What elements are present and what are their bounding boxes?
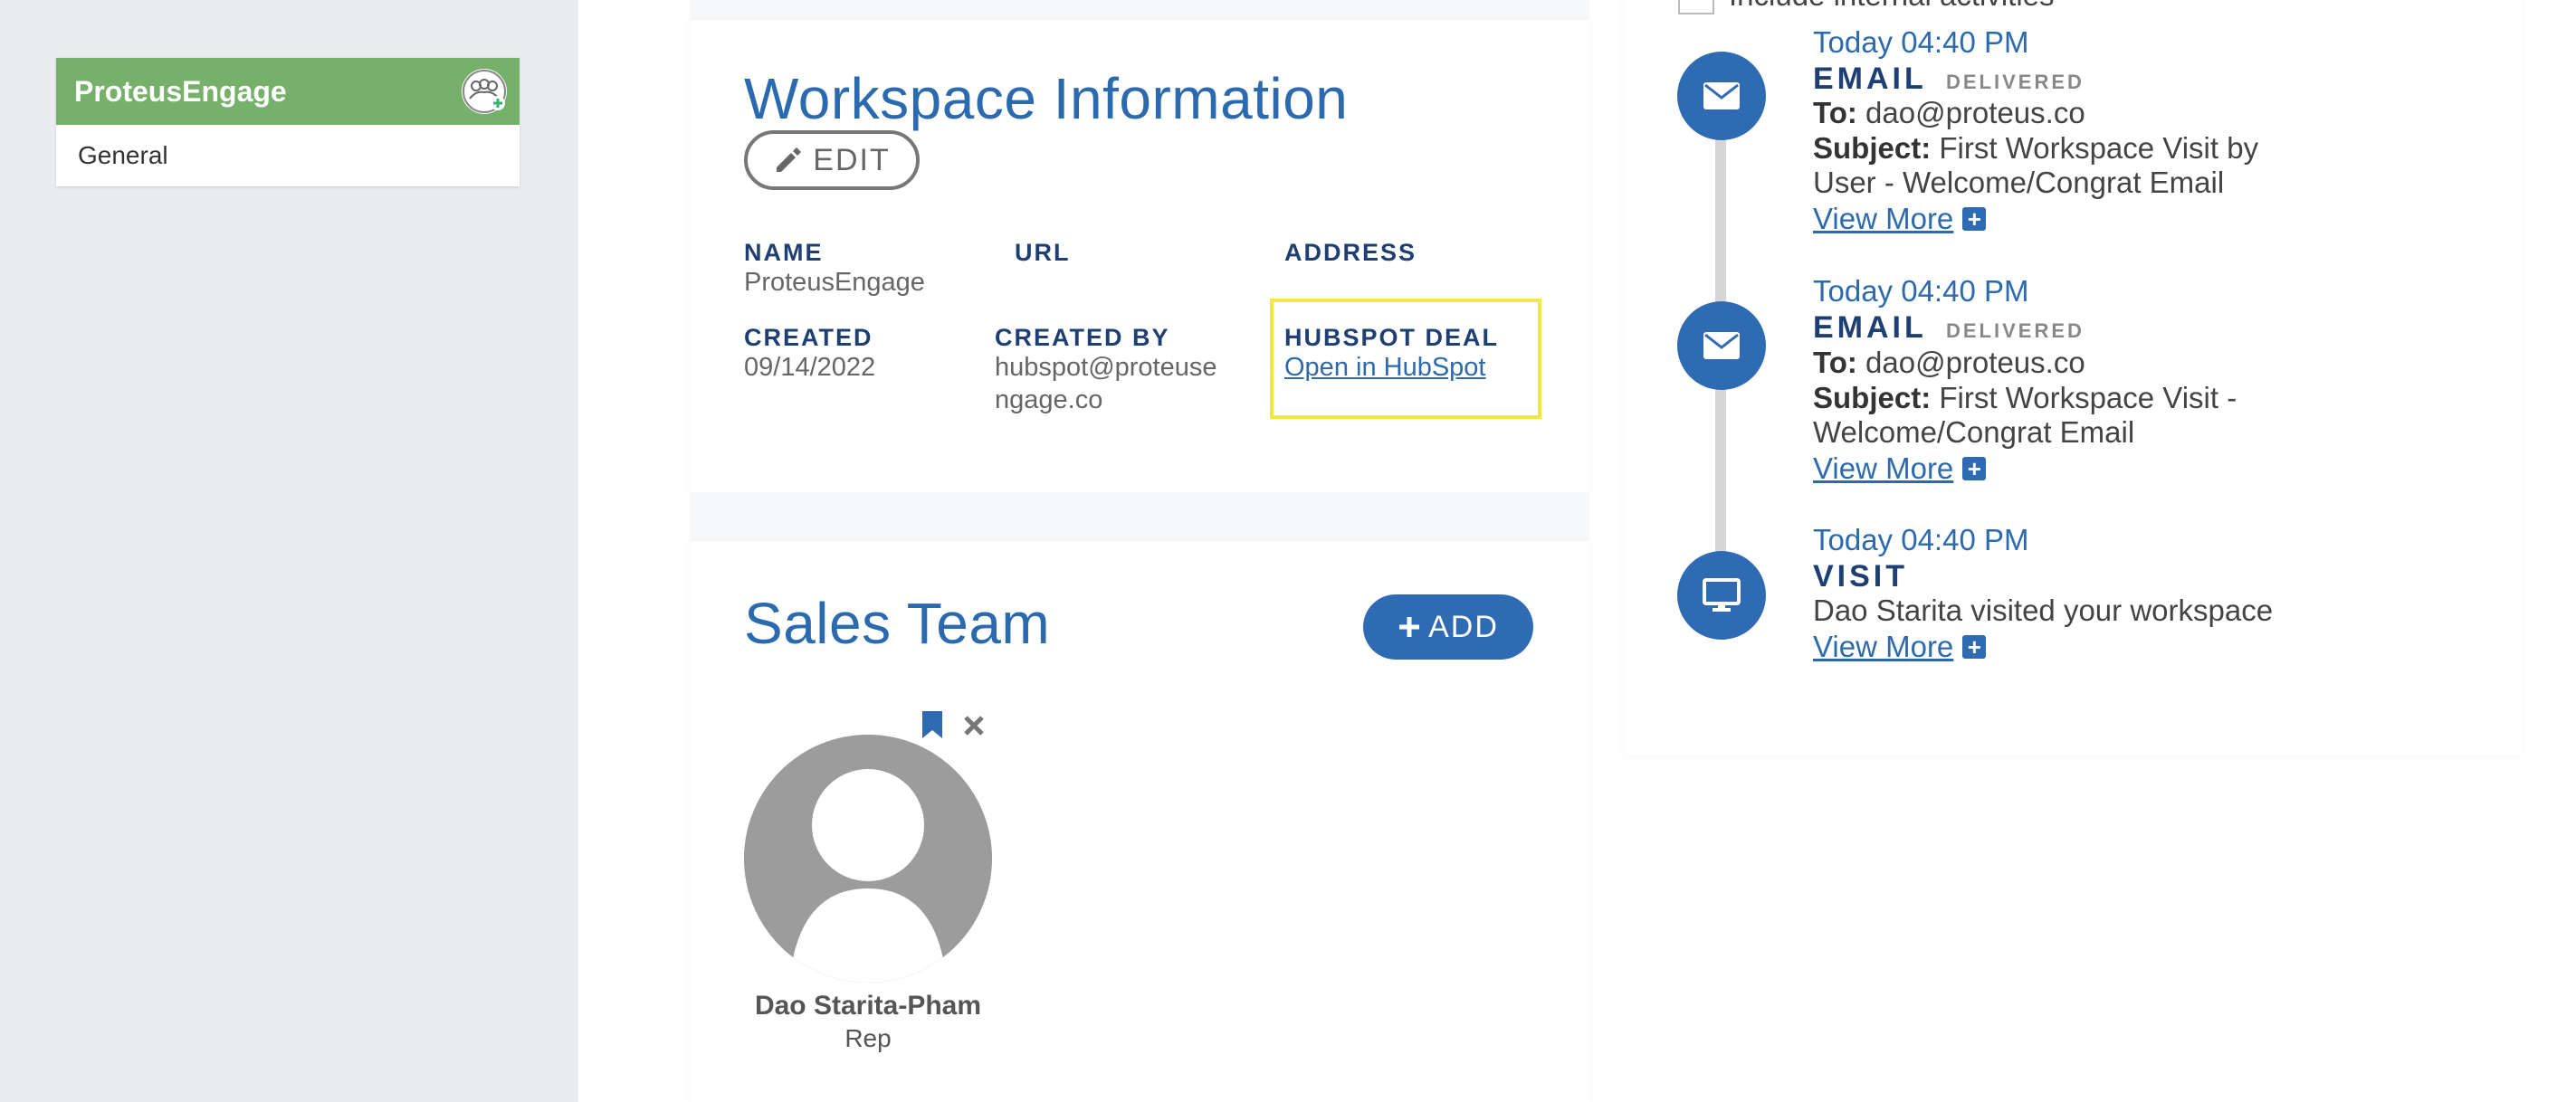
workspace-card-header[interactable]: ProteusEngage [56, 58, 520, 125]
envelope-icon [1703, 82, 1740, 109]
created-by-value: hubspot@proteuse ngage.co [995, 351, 1217, 416]
hubspot-deal-label: HUBSPOT DEAL [1284, 324, 1500, 351]
subject-line1: First Workspace Visit - [1939, 381, 2237, 414]
timeline-email-marker [1677, 52, 1766, 140]
sidebar: ProteusEngage General [0, 0, 578, 1102]
name-value: ProteusEngage [744, 268, 925, 297]
subject-line1: First Workspace Visit by [1939, 131, 2259, 165]
expand-plus-icon[interactable]: + [1962, 457, 1987, 480]
add-label: ADD [1428, 609, 1499, 644]
expand-plus-icon[interactable]: + [1962, 635, 1987, 659]
add-sales-member-button[interactable]: ADD [1363, 594, 1533, 660]
activity-type: EMAIL [1813, 62, 1927, 96]
edit-button[interactable]: EDIT [744, 130, 920, 190]
url-label: URL [1015, 239, 1071, 266]
sales-team-title: Sales Team [744, 591, 1051, 656]
view-more[interactable]: View More + [1813, 451, 1987, 486]
subject-label: Subject: [1813, 381, 1932, 414]
timeline-email-marker [1677, 301, 1766, 390]
activity-subject: Subject: First Workspace Visit - Welcome… [1813, 381, 2237, 450]
remove-icon[interactable] [963, 715, 985, 736]
activity-status: DELIVERED [1946, 71, 2085, 93]
activity-status: DELIVERED [1946, 319, 2085, 342]
created-by-value-line2: ngage.co [995, 385, 1103, 414]
open-in-hubspot-link[interactable]: Open in HubSpot [1284, 351, 1485, 384]
monitor-icon [1703, 578, 1741, 612]
sidebar-item-general[interactable]: General [56, 125, 520, 186]
subject-label: Subject: [1813, 131, 1932, 165]
panel-top-strip [690, 0, 1589, 20]
activity-description: Dao Starita visited your workspace [1813, 594, 2274, 627]
activity-type: EMAIL [1813, 310, 1927, 345]
view-more-link[interactable]: View More [1813, 630, 1953, 664]
panel-gap-strip [690, 492, 1589, 541]
subject-line2: User - Welcome/Congrat Email [1813, 166, 2225, 199]
to-value: dao@proteus.co [1865, 346, 2085, 379]
subject-line2: Welcome/Congrat Email [1813, 415, 2135, 449]
activity-time: Today 04:40 PM [1813, 523, 2029, 556]
workspace-name: ProteusEngage [74, 74, 287, 108]
plus-icon [1399, 617, 1420, 637]
created-value: 09/14/2022 [744, 353, 876, 382]
activity-to: To: dao@proteus.co [1813, 96, 2085, 130]
timeline-visit-marker [1677, 551, 1766, 640]
to-label: To: [1813, 96, 1857, 129]
sidebar-item-label: General [78, 141, 168, 169]
avatar [744, 735, 992, 983]
activity-time: Today 04:40 PM [1813, 274, 2029, 308]
workspace-info-title: Workspace Information [744, 66, 1349, 131]
created-by-label: CREATED BY [995, 324, 1170, 351]
edit-label: EDIT [813, 142, 891, 177]
activity-time: Today 04:40 PM [1813, 25, 2029, 59]
pencil-icon [777, 147, 802, 172]
view-more-link[interactable]: View More [1813, 202, 1953, 236]
created-by-value-line1: hubspot@proteuse [995, 353, 1217, 382]
activity-subject: Subject: First Workspace Visit by User -… [1813, 131, 2258, 200]
envelope-icon [1703, 332, 1740, 359]
to-value: dao@proteus.co [1865, 96, 2085, 129]
rep-name: Dao Starita-Pham [754, 991, 982, 1021]
name-label: NAME [744, 239, 824, 266]
include-internal-label: Include internal activities [1729, 0, 2055, 13]
view-more[interactable]: View More + [1813, 202, 1987, 236]
view-more[interactable]: View More + [1813, 630, 1987, 664]
address-label: ADDRESS [1284, 239, 1417, 266]
expand-plus-icon[interactable]: + [1962, 207, 1987, 231]
bookmark-icon[interactable] [921, 709, 944, 740]
to-label: To: [1813, 346, 1857, 379]
created-label: CREATED [744, 324, 873, 351]
rep-role: Rep [844, 1024, 892, 1052]
workspace-card: ProteusEngage General [56, 58, 520, 186]
include-internal-checkbox[interactable] [1678, 0, 1714, 14]
view-more-link[interactable]: View More [1813, 451, 1953, 486]
add-group-icon[interactable] [462, 69, 507, 114]
activity-to: To: dao@proteus.co [1813, 346, 2085, 380]
activity-type: VISIT [1813, 559, 1909, 594]
